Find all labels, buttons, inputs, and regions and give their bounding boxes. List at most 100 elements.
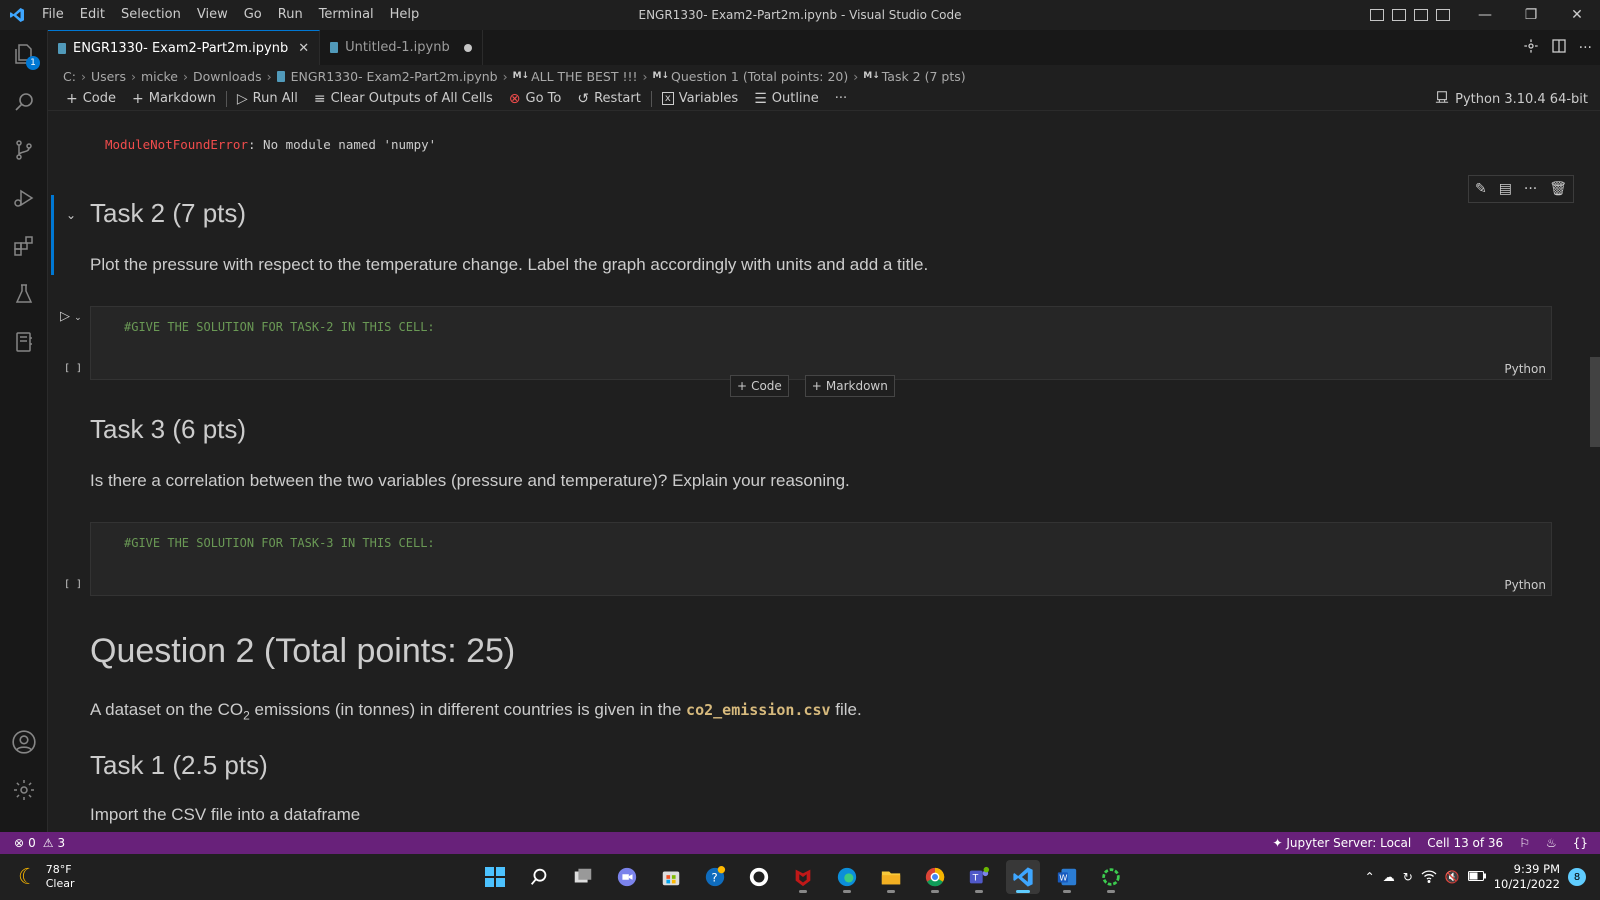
get-help-icon[interactable]: ? xyxy=(698,860,732,894)
more-actions-icon[interactable]: ··· xyxy=(1579,40,1592,56)
extensions-icon[interactable] xyxy=(0,222,48,270)
clock-date: 10/21/2022 xyxy=(1493,877,1560,891)
github-icon[interactable] xyxy=(742,860,776,894)
tab-untitled-notebook[interactable]: Untitled-1.ipynb xyxy=(320,30,483,65)
customize-layout-icon[interactable] xyxy=(1436,9,1450,21)
feedback-icon[interactable]: ⚐ xyxy=(1519,836,1530,850)
menu-view[interactable]: View xyxy=(189,0,236,30)
unsaved-dot-icon[interactable] xyxy=(463,43,472,52)
microsoft-store-icon[interactable] xyxy=(654,860,688,894)
wifi-icon[interactable] xyxy=(1421,869,1437,886)
run-all-button[interactable]: ▷ Run All xyxy=(229,91,306,107)
toggle-secondary-sidebar-icon[interactable] xyxy=(1414,9,1428,21)
breadcrumb-user[interactable]: micke xyxy=(141,69,178,84)
menu-run[interactable]: Run xyxy=(270,0,311,30)
cell-position[interactable]: Cell 13 of 36 xyxy=(1427,836,1503,850)
run-cell-icon[interactable]: ▷ ⌄ xyxy=(60,309,82,324)
menu-file[interactable]: File xyxy=(34,0,72,30)
clock[interactable]: 9:39 PM 10/21/2022 xyxy=(1494,862,1560,892)
kernel-picker[interactable]: Python 3.10.4 64-bit xyxy=(1435,87,1588,111)
breadcrumb-section-all-the-best[interactable]: ALL THE BEST !!! xyxy=(531,69,637,84)
loading-spinner-app-icon[interactable] xyxy=(1094,860,1128,894)
insert-code-cell-button[interactable]: + Code xyxy=(730,375,789,397)
jupyter-icon[interactable] xyxy=(0,318,48,366)
source-control-icon[interactable] xyxy=(0,126,48,174)
breadcrumb-drive[interactable]: C: xyxy=(63,69,76,84)
close-window-button[interactable]: ✕ xyxy=(1554,0,1600,30)
menu-terminal[interactable]: Terminal xyxy=(311,0,382,30)
task-view-icon[interactable] xyxy=(566,860,600,894)
problems-indicator[interactable]: ⊗ 0 ⚠ 3 xyxy=(0,836,65,850)
minimize-button[interactable]: — xyxy=(1462,0,1508,30)
cell-language[interactable]: Python xyxy=(1504,362,1546,376)
menu-edit[interactable]: Edit xyxy=(72,0,113,30)
split-editor-icon[interactable] xyxy=(1551,38,1567,58)
outline-button[interactable]: ☰ Outline xyxy=(746,91,827,107)
speaker-muted-icon[interactable]: 🔇 xyxy=(1445,870,1460,884)
toggle-primary-sidebar-icon[interactable] xyxy=(1370,9,1384,21)
taskbar-search-icon[interactable] xyxy=(522,860,556,894)
onedrive-cloud-icon[interactable]: ☁ xyxy=(1383,870,1395,884)
vertical-scrollbar[interactable] xyxy=(1590,357,1600,447)
search-icon[interactable] xyxy=(0,78,48,126)
vscode-taskbar-icon[interactable] xyxy=(1006,860,1040,894)
restore-button[interactable]: ❐ xyxy=(1508,0,1554,30)
toggle-panel-icon[interactable] xyxy=(1392,9,1406,21)
add-markdown-cell-button[interactable]: + Markdown xyxy=(124,91,224,107)
collapse-chevron-icon[interactable]: ⌄ xyxy=(66,208,76,222)
teams-chat-icon[interactable] xyxy=(610,860,644,894)
breadcrumb-file[interactable]: ENGR1330- Exam2-Part2m.ipynb xyxy=(291,69,498,84)
go-to-button[interactable]: ⊗ Go To xyxy=(501,91,570,107)
code-cell-task2[interactable]: #GIVE THE SOLUTION FOR TASK-2 IN THIS CE… xyxy=(90,306,1552,380)
task3-heading: Task 3 (6 pts) xyxy=(90,414,247,444)
variables-button[interactable]: x Variables xyxy=(654,91,746,106)
battery-icon[interactable] xyxy=(1467,870,1486,884)
run-debug-icon[interactable] xyxy=(0,174,48,222)
restart-button[interactable]: ↺ Restart xyxy=(569,91,648,107)
menu-help[interactable]: Help xyxy=(382,0,428,30)
error-circle-icon: ⊗ xyxy=(508,90,521,107)
jupyter-server-status[interactable]: ✦ Jupyter Server: Local xyxy=(1273,836,1412,850)
edit-pencil-icon[interactable]: ✎ xyxy=(1475,181,1487,197)
breadcrumb: C: › Users › micke › Downloads › ENGR1330- E… xyxy=(63,68,966,84)
toolbar-more-button[interactable]: ··· xyxy=(827,91,855,106)
teams-app-icon[interactable]: T xyxy=(962,860,996,894)
notifications-bell-icon[interactable]: ♨ xyxy=(1546,836,1557,850)
clear-outputs-button[interactable]: ≡ Clear Outputs of All Cells xyxy=(306,91,501,107)
delete-trash-icon[interactable]: 🗑 xyxy=(1549,181,1567,197)
menu-selection[interactable]: Selection xyxy=(113,0,189,30)
notification-center-badge[interactable]: 8 xyxy=(1568,868,1586,886)
show-hidden-icons-chevron-icon[interactable]: ⌃ xyxy=(1365,870,1375,884)
weather-widget[interactable]: ☾ 78°F Clear xyxy=(18,854,75,900)
breadcrumb-section-question1[interactable]: Question 1 (Total points: 20) xyxy=(671,69,848,84)
weather-condition: Clear xyxy=(45,877,75,890)
testing-icon[interactable] xyxy=(0,270,48,318)
breadcrumb-downloads[interactable]: Downloads xyxy=(193,69,262,84)
start-windows-icon[interactable] xyxy=(478,860,512,894)
add-code-cell-button[interactable]: + Code xyxy=(58,91,124,107)
file-explorer-icon[interactable] xyxy=(874,860,908,894)
cell-more-icon[interactable]: ··· xyxy=(1524,181,1537,197)
notebook-settings-gear-icon[interactable] xyxy=(1523,38,1539,58)
tab-exam2-notebook[interactable]: ENGR1330- Exam2-Part2m.ipynb ✕ xyxy=(48,30,321,65)
notebook-toolbar: + Code + Markdown ▷ Run All ≡ Clear Outputs … xyxy=(48,87,1600,111)
close-tab-icon[interactable]: ✕ xyxy=(298,41,309,56)
edge-browser-icon[interactable] xyxy=(830,860,864,894)
breadcrumb-users[interactable]: Users xyxy=(91,69,126,84)
vscode-logo-icon[interactable] xyxy=(0,0,34,30)
manage-gear-icon[interactable] xyxy=(0,766,48,814)
word-icon[interactable]: W xyxy=(1050,860,1084,894)
sync-icon[interactable]: ↻ xyxy=(1403,870,1413,884)
mcafee-icon[interactable] xyxy=(786,860,820,894)
code-cell-task3[interactable]: #GIVE THE SOLUTION FOR TASK-3 IN THIS CE… xyxy=(90,522,1552,596)
chrome-browser-icon[interactable] xyxy=(918,860,952,894)
insert-markdown-cell-button[interactable]: + Markdown xyxy=(804,375,895,397)
breadcrumb-section-task2[interactable]: Task 2 (7 pts) xyxy=(882,69,966,84)
menu-go[interactable]: Go xyxy=(236,0,270,30)
accounts-icon[interactable] xyxy=(0,718,48,766)
explorer-icon[interactable]: 1 xyxy=(0,30,48,78)
svg-text:T: T xyxy=(972,873,979,884)
braces-icon[interactable]: {} xyxy=(1573,836,1588,850)
split-cell-icon[interactable]: ▤ xyxy=(1499,181,1512,197)
cell-language[interactable]: Python xyxy=(1504,578,1546,592)
